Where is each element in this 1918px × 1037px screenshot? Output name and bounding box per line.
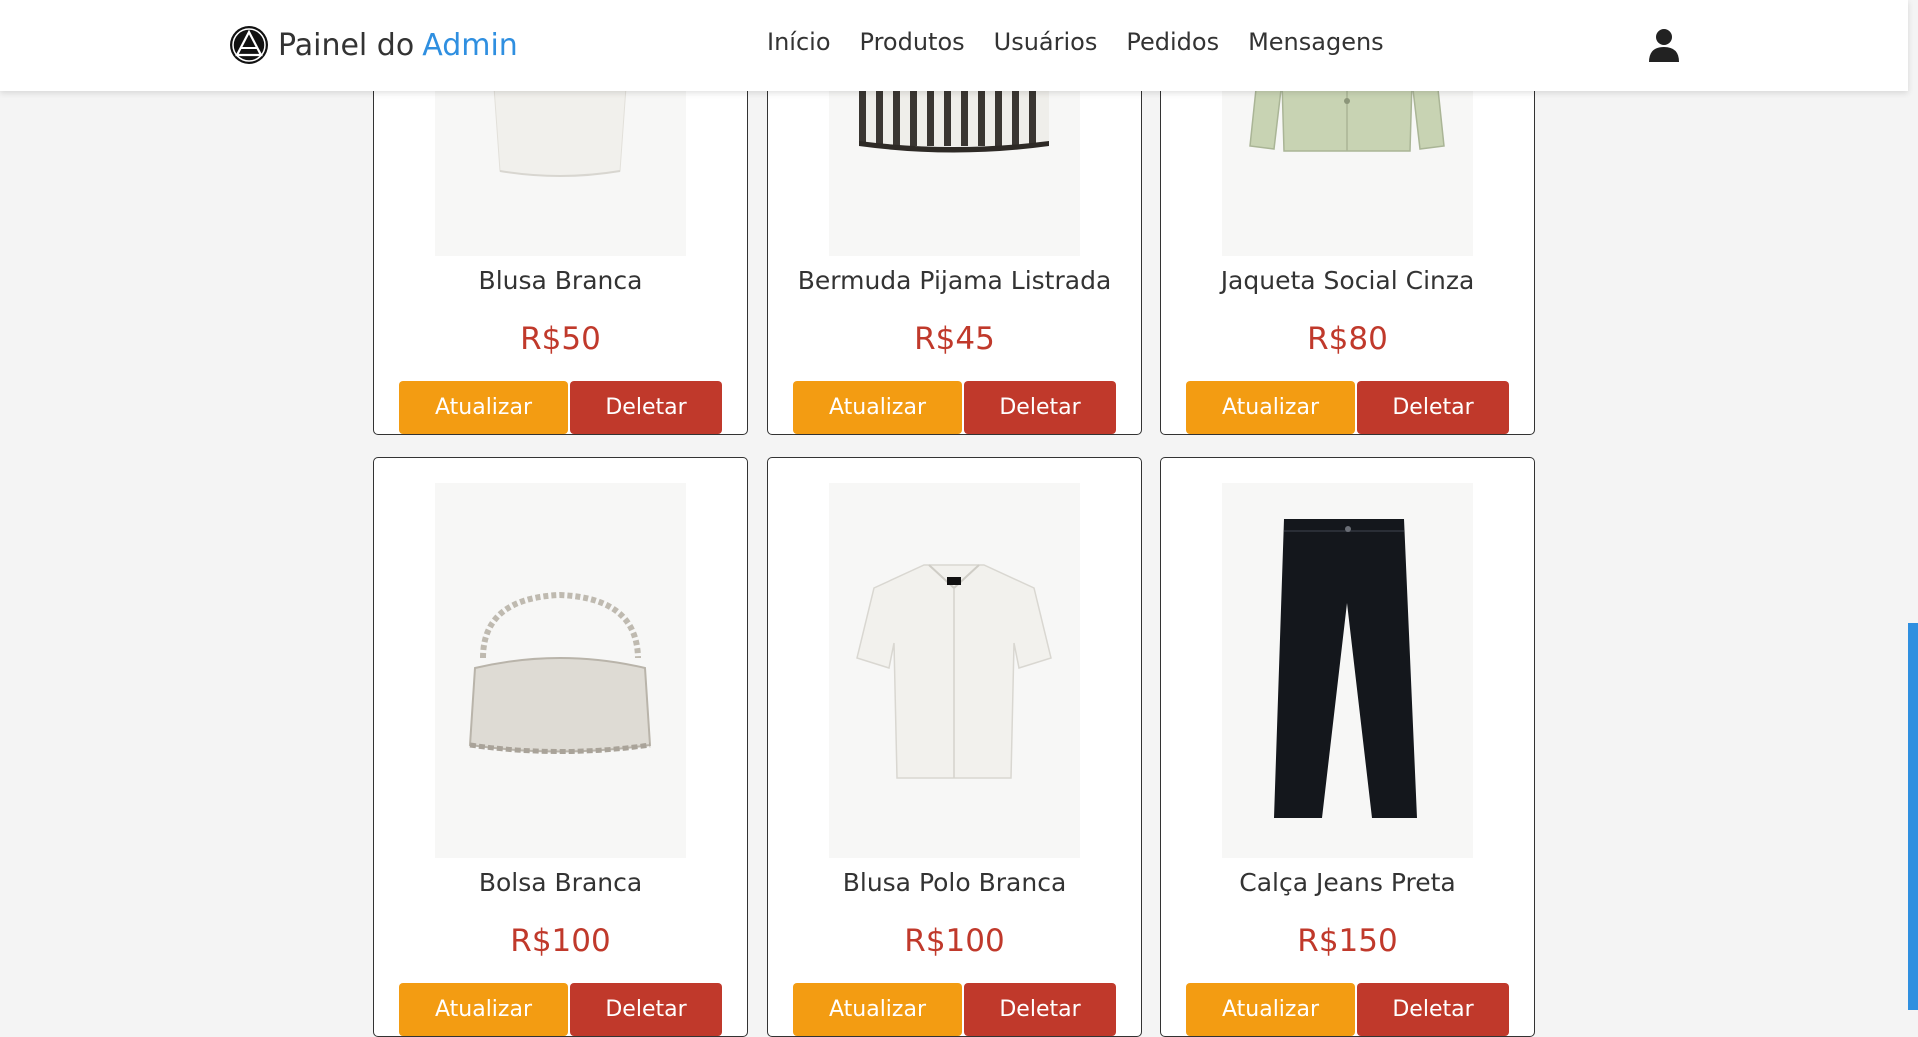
product-name: Calça Jeans Preta bbox=[1239, 868, 1456, 897]
product-price: R$150 bbox=[1297, 923, 1398, 959]
product-card: Calça Jeans Preta R$150 Atualizar Deleta… bbox=[1160, 457, 1535, 1037]
user-icon[interactable] bbox=[1648, 28, 1680, 62]
nav-link-produtos[interactable]: Produtos bbox=[860, 28, 965, 56]
top-navbar: Painel do Admin Início Produtos Usuários … bbox=[0, 0, 1908, 91]
product-name: Jaqueta Social Cinza bbox=[1220, 266, 1475, 295]
product-price: R$100 bbox=[904, 923, 1005, 959]
brand-accent: Admin bbox=[422, 27, 518, 63]
nav-link-usuarios[interactable]: Usuários bbox=[994, 28, 1098, 56]
scrollbar-thumb[interactable] bbox=[1908, 623, 1918, 1010]
product-image bbox=[1222, 483, 1473, 858]
product-image bbox=[435, 483, 686, 858]
main-nav: Início Produtos Usuários Pedidos Mensage… bbox=[767, 28, 1384, 56]
update-button[interactable]: Atualizar bbox=[1186, 381, 1355, 434]
product-price: R$50 bbox=[520, 321, 601, 357]
product-price: R$45 bbox=[914, 321, 995, 357]
delete-button[interactable]: Deletar bbox=[570, 381, 722, 434]
product-price: R$80 bbox=[1307, 321, 1388, 357]
brand-logo[interactable]: Painel do Admin bbox=[228, 24, 518, 66]
product-price: R$100 bbox=[510, 923, 611, 959]
update-button[interactable]: Atualizar bbox=[793, 381, 962, 434]
nav-link-inicio[interactable]: Início bbox=[767, 28, 831, 56]
brand-prefix: Painel do bbox=[278, 27, 415, 63]
nav-link-pedidos[interactable]: Pedidos bbox=[1126, 28, 1219, 56]
product-name: Blusa Branca bbox=[478, 266, 643, 295]
delete-button[interactable]: Deletar bbox=[1357, 381, 1509, 434]
update-button[interactable]: Atualizar bbox=[399, 381, 568, 434]
logo-icon bbox=[230, 26, 268, 64]
product-name: Bolsa Branca bbox=[478, 868, 643, 897]
product-card: Bolsa Branca R$100 Atualizar Deletar bbox=[373, 457, 748, 1037]
product-name: Bermuda Pijama Listrada bbox=[797, 266, 1112, 295]
product-image bbox=[829, 483, 1080, 858]
nav-link-mensagens[interactable]: Mensagens bbox=[1248, 28, 1384, 56]
delete-button[interactable]: Deletar bbox=[964, 381, 1116, 434]
product-name: Blusa Polo Branca bbox=[842, 868, 1067, 897]
product-card: Blusa Polo Branca R$100 Atualizar Deleta… bbox=[767, 457, 1142, 1037]
